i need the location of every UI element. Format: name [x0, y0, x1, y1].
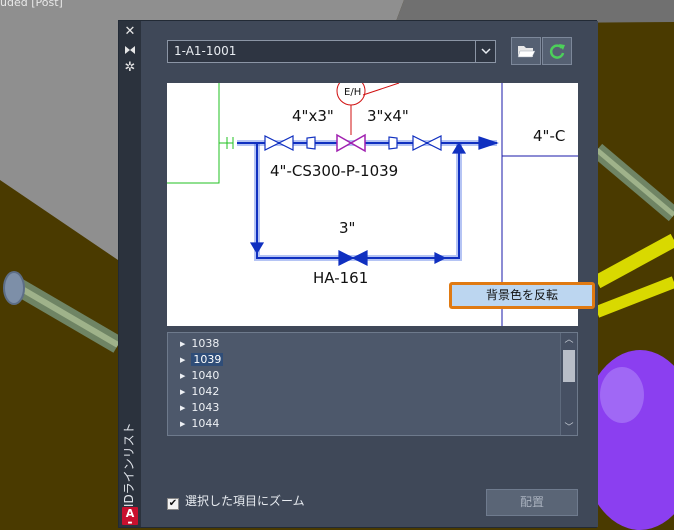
expand-arrow-icon[interactable]: ▶ [180, 404, 185, 412]
zoom-to-selection-row[interactable]: ✔ 選択した項目にズーム [167, 493, 305, 510]
pin-icon[interactable] [122, 42, 138, 58]
list-item[interactable]: ▶ 1043 [168, 400, 560, 416]
app-badge-icon: A ▬ [122, 507, 138, 526]
line-list[interactable]: ▶ 1038 ▶ 1039 ▶ 1040 ▶ 1042 ▶ 1043 ▶ 1044 ︿ ﹀ [167, 332, 578, 436]
zoom-checkbox-label: 選択した項目にズーム [185, 494, 305, 508]
expand-arrow-icon[interactable]: ▶ [180, 388, 185, 396]
open-drawing-button[interactable] [511, 37, 541, 65]
list-scrollbar[interactable]: ︿ ﹀ [560, 333, 577, 435]
palette-content: 1-A1-1001 E/H 4"x3" 3"x4" 4"-CS300-P-103… [141, 21, 598, 527]
close-icon[interactable]: ✕ [122, 24, 138, 40]
refresh-icon [549, 44, 565, 59]
pid-label-loop-size: 3" [339, 219, 355, 237]
expand-arrow-icon[interactable]: ▶ [180, 372, 185, 380]
drawing-select-value: 1-A1-1001 [174, 44, 237, 58]
list-item[interactable]: ▶ 1038 [168, 336, 560, 352]
pid-label-offsheet: 4"-C [533, 127, 565, 145]
list-item[interactable]: ▶ 1039 [168, 352, 560, 368]
pid-line-list-palette: ✕ ✲ P&IDラインリスト A ▬ 1-A1-1001 E/H 4"x3" 3… [118, 20, 598, 528]
place-button[interactable]: 配置 [486, 489, 578, 516]
palette-side-strip: ✕ ✲ P&IDラインリスト A ▬ [119, 21, 141, 527]
drawing-select[interactable]: 1-A1-1001 [167, 40, 496, 63]
chevron-down-icon[interactable] [475, 41, 495, 62]
viewport-caption: uded [Post] [0, 0, 63, 9]
list-item[interactable]: ▶ 1040 [168, 368, 560, 384]
pid-label-eh: E/H [344, 87, 361, 98]
pid-label-line-tag: 4"-CS300-P-1039 [270, 162, 398, 180]
pid-label-size-left: 4"x3" [292, 107, 334, 125]
refresh-button[interactable] [542, 37, 572, 65]
scroll-thumb[interactable] [563, 350, 575, 382]
zoom-checkbox[interactable]: ✔ [167, 498, 179, 510]
scroll-down-icon[interactable]: ﹀ [561, 421, 577, 435]
folder-open-icon [517, 46, 536, 58]
list-item[interactable]: ▶ 1042 [168, 384, 560, 400]
expand-arrow-icon[interactable]: ▶ [180, 420, 185, 428]
invert-background-button[interactable]: 背景色を反転 [449, 282, 595, 309]
pid-label-valve-tag: HA-161 [313, 269, 368, 287]
pid-label-size-right: 3"x4" [367, 107, 409, 125]
expand-arrow-icon[interactable]: ▶ [180, 356, 185, 364]
scroll-up-icon[interactable]: ︿ [561, 333, 577, 347]
expand-arrow-icon[interactable]: ▶ [180, 340, 185, 348]
list-item[interactable]: ▶ 1044 [168, 416, 560, 432]
gear-icon[interactable]: ✲ [122, 60, 138, 76]
